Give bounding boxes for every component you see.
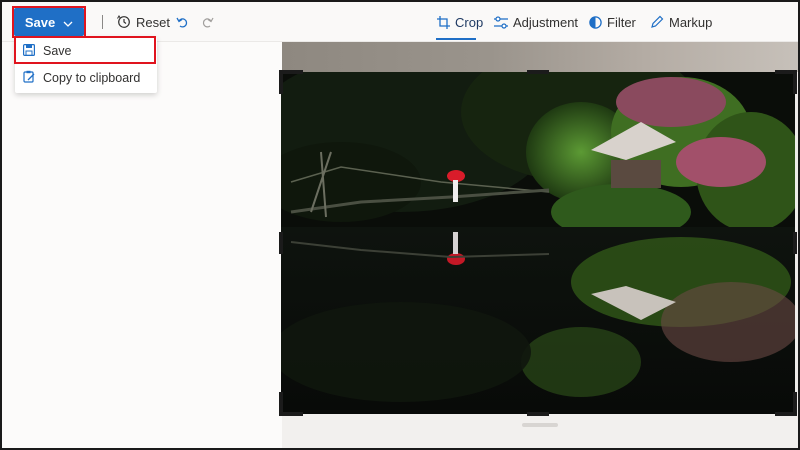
floppy-disk-icon <box>23 43 36 59</box>
photo-image <box>281 72 795 414</box>
tab-crop[interactable]: Crop <box>437 2 483 42</box>
chevron-down-icon <box>63 15 73 30</box>
left-pane <box>2 42 282 448</box>
redo-icon <box>201 16 214 29</box>
markup-icon <box>650 15 664 29</box>
tab-filter[interactable]: Filter <box>589 2 636 42</box>
redo-button[interactable] <box>201 2 214 42</box>
toolbar-divider <box>102 15 103 29</box>
menu-item-copy-label: Copy to clipboard <box>43 71 141 85</box>
save-button[interactable]: Save <box>14 8 84 36</box>
crop-handle-bottom-left-vertical[interactable] <box>279 392 283 416</box>
clipboard-icon <box>23 70 35 86</box>
filter-icon <box>589 15 602 29</box>
crop-handle-top[interactable] <box>527 70 549 74</box>
tab-markup-label: Markup <box>669 14 713 30</box>
tab-adjustment-label: Adjustment <box>513 14 579 30</box>
menu-item-save-label: Save <box>43 44 72 58</box>
reset-label: Reset <box>136 14 170 30</box>
crop-icon <box>437 15 450 29</box>
edited-photo[interactable] <box>281 72 795 414</box>
undo-button[interactable] <box>176 2 189 42</box>
active-tab-indicator <box>436 38 476 40</box>
adjustment-icon <box>494 15 508 29</box>
tab-adjustment[interactable]: Adjustment <box>494 2 578 42</box>
crop-handle-right[interactable] <box>793 232 797 254</box>
save-button-label: Save <box>24 14 56 30</box>
crop-handle-bottom-right-vertical[interactable] <box>793 392 797 416</box>
tab-crop-label: Crop <box>455 14 484 30</box>
menu-item-save[interactable]: Save <box>15 38 157 64</box>
tab-markup[interactable]: Markup <box>650 2 712 42</box>
canvas-bottom-area <box>282 414 798 448</box>
undo-icon <box>176 16 189 29</box>
image-canvas <box>279 42 798 448</box>
crop-handle-bottom[interactable] <box>527 412 549 416</box>
crop-handle-left[interactable] <box>279 232 283 254</box>
tab-filter-label: Filter <box>607 14 636 30</box>
photo-editor-window: Save Reset Crop Adjustment Filter Markup… <box>0 0 800 450</box>
menu-item-copy-to-clipboard[interactable]: Copy to clipboard <box>15 65 157 91</box>
editor-toolbar: Save Reset Crop Adjustment Filter Markup <box>2 2 798 42</box>
save-dropdown-menu: Save Copy to clipboard <box>15 37 157 93</box>
crop-handle-top-left-vertical[interactable] <box>279 70 283 94</box>
crop-handle-top-right-vertical[interactable] <box>793 70 797 94</box>
rotate-handle[interactable] <box>522 423 558 427</box>
reset-icon <box>117 15 131 29</box>
reset-button[interactable]: Reset <box>117 2 170 42</box>
cropped-out-area <box>282 42 798 72</box>
